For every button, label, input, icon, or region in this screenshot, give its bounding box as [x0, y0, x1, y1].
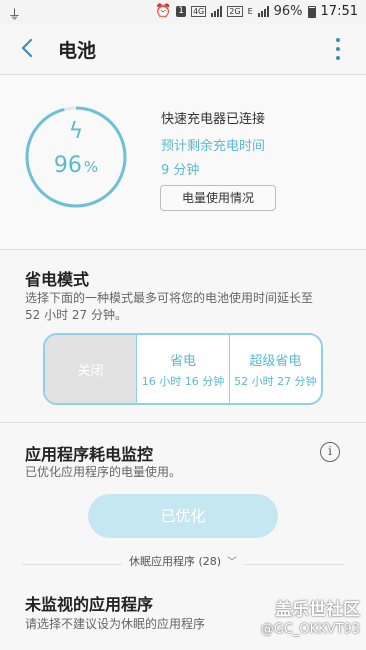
battery-percent-large: 96% — [24, 153, 128, 178]
charger-status: 快速充电器已连接 — [161, 112, 266, 127]
app-monitor-title: 应用程序耗电监控 — [25, 445, 154, 464]
network-2g-badge: 2G — [227, 6, 243, 17]
mode-off-option[interactable]: 关闭 — [45, 335, 137, 403]
battery-icon — [307, 5, 316, 18]
remaining-time-value: 9 分钟 — [161, 163, 200, 178]
network-e-badge: E — [247, 7, 253, 16]
sleeping-apps-toggle[interactable]: 休眠应用程序 (28) ﹀ — [0, 553, 366, 575]
charging-bolt-icon: ϟ — [68, 119, 84, 144]
battery-status-card: ϟ 96% 快速充电器已连接 预计剩余充电时间 9 分钟 电量使用情况 — [0, 75, 366, 249]
battery-usage-button[interactable]: 电量使用情况 — [160, 185, 276, 211]
more-vertical-icon[interactable] — [332, 38, 344, 60]
status-bar: ⏚ ⏰ 1 4G 2G E 96% 17:51 — [0, 0, 366, 24]
power-saving-description: 选择下面的一种模式最多可将您的电池使用时间延长至 52 小时 27 分钟。 — [25, 290, 313, 324]
optimized-button[interactable]: 已优化 — [88, 494, 278, 538]
power-saving-description-line2: 52 小时 27 分钟。 — [25, 308, 127, 322]
app-monitor-description: 已优化应用程序的电量使用。 — [25, 465, 182, 479]
watermark-line1: 盖乐世社区 — [275, 600, 360, 620]
page-title: 电池 — [58, 40, 97, 62]
back-button[interactable] — [14, 34, 42, 62]
power-saving-description-line1: 选择下面的一种模式最多可将您的电池使用时间延长至 — [25, 291, 314, 305]
unmonitored-apps-title[interactable]: 未监视的应用程序 — [25, 591, 153, 615]
power-saving-title: 省电模式 — [25, 270, 90, 289]
mode-name: 关闭 — [77, 363, 104, 379]
mode-saving-option[interactable]: 省电 16 小时 16 分钟 — [136, 335, 228, 403]
battery-percent-unit: % — [83, 158, 99, 176]
mode-ultra-saving-option[interactable]: 超级省电 52 小时 27 分钟 — [228, 335, 321, 403]
info-icon[interactable]: i — [320, 442, 340, 462]
app-monitor-section: 应用程序耗电监控 已优化应用程序的电量使用。 i 已优化 休眠应用程序 (28)… — [0, 423, 366, 650]
alarm-icon: ⏰ — [155, 4, 172, 19]
app-bar: 电池 — [0, 24, 366, 74]
remaining-time-label: 预计剩余充电时间 — [161, 139, 266, 154]
battery-percent-value: 96 — [53, 153, 82, 178]
power-mode-selector: 关闭 省电 16 小时 16 分钟 超级省电 52 小时 27 分钟 — [43, 333, 323, 405]
unmonitored-apps-description: 请选择不建议设为休眠的应用程序 — [25, 617, 206, 631]
watermark-line2: @GC_OKKVT93 — [260, 622, 360, 637]
back-arrow-icon — [21, 38, 33, 58]
network-4g-badge: 4G — [190, 6, 207, 17]
battery-percent: 96% — [273, 4, 303, 19]
sleeping-apps-label: 休眠应用程序 (28) — [128, 555, 222, 568]
usb-icon: ⏚ — [8, 8, 22, 23]
signal-icon-2 — [257, 6, 269, 17]
mode-name: 超级省电 — [249, 353, 302, 369]
mode-name: 省电 — [169, 353, 196, 369]
mode-duration: 52 小时 27 分钟 — [234, 374, 317, 388]
status-indicators: ⏰ 1 4G 2G E 96% 17:51 — [155, 4, 358, 19]
power-saving-section: 省电模式 选择下面的一种模式最多可将您的电池使用时间延长至 52 小时 27 分… — [0, 250, 366, 422]
chevron-down-icon: ﹀ — [227, 557, 238, 568]
sim-badge: 1 — [176, 6, 186, 17]
signal-icon — [211, 6, 223, 17]
watermark: 盖乐世社区 @GC_OKKVT93 — [261, 595, 360, 637]
mode-duration: 16 小时 16 分钟 — [141, 374, 225, 388]
clock: 17:51 — [320, 4, 358, 19]
battery-ring: ϟ 96% — [24, 105, 128, 209]
